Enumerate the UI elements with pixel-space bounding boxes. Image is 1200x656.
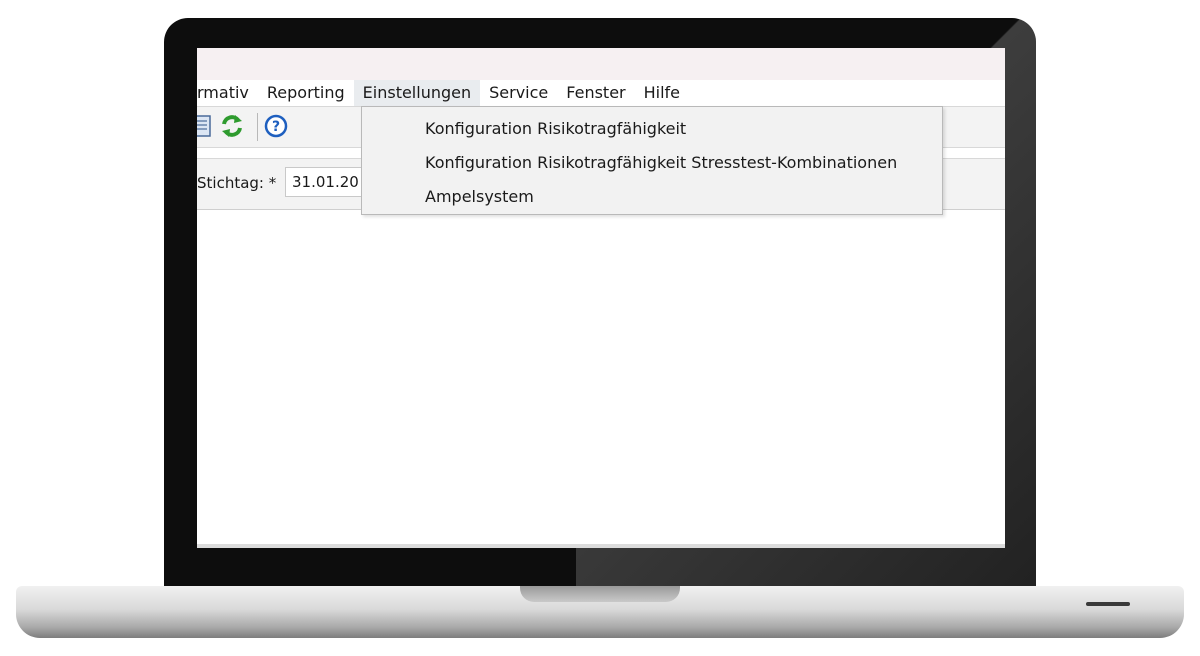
- toolbar-separator: [257, 113, 258, 141]
- menu-service[interactable]: Service: [480, 80, 557, 106]
- app-screen: rmativ Reporting Einstellungen Service F…: [197, 48, 1005, 548]
- menu-fenster[interactable]: Fenster: [557, 80, 634, 106]
- menu-bar: rmativ Reporting Einstellungen Service F…: [197, 80, 1005, 106]
- help-icon: ?: [264, 114, 288, 138]
- menu-reporting[interactable]: Reporting: [258, 80, 354, 106]
- dropdown-item-stresstest-kombinationen[interactable]: Konfiguration Risikotragfähigkeit Stress…: [425, 153, 897, 172]
- einstellungen-dropdown: Konfiguration Risikotragfähigkeit Konfig…: [361, 106, 943, 215]
- dropdown-item-konfiguration-risikotragfaehigkeit[interactable]: Konfiguration Risikotragfähigkeit: [425, 119, 686, 138]
- menu-hilfe[interactable]: Hilfe: [635, 80, 689, 106]
- title-bar: [197, 48, 1005, 80]
- document-icon: [197, 115, 211, 137]
- stichtag-label: Stichtag: *: [197, 174, 277, 192]
- help-button[interactable]: ?: [263, 113, 289, 139]
- svg-text:?: ?: [272, 119, 280, 135]
- menu-einstellungen[interactable]: Einstellungen: [353, 80, 481, 106]
- document-button[interactable]: [197, 113, 215, 139]
- refresh-button[interactable]: [219, 113, 245, 139]
- menu-normativ[interactable]: rmativ: [197, 80, 258, 106]
- status-strip: [197, 544, 1005, 548]
- refresh-icon: [222, 115, 242, 137]
- dropdown-item-ampelsystem[interactable]: Ampelsystem: [425, 187, 534, 206]
- power-led: [1086, 602, 1130, 606]
- laptop-notch: [520, 586, 680, 602]
